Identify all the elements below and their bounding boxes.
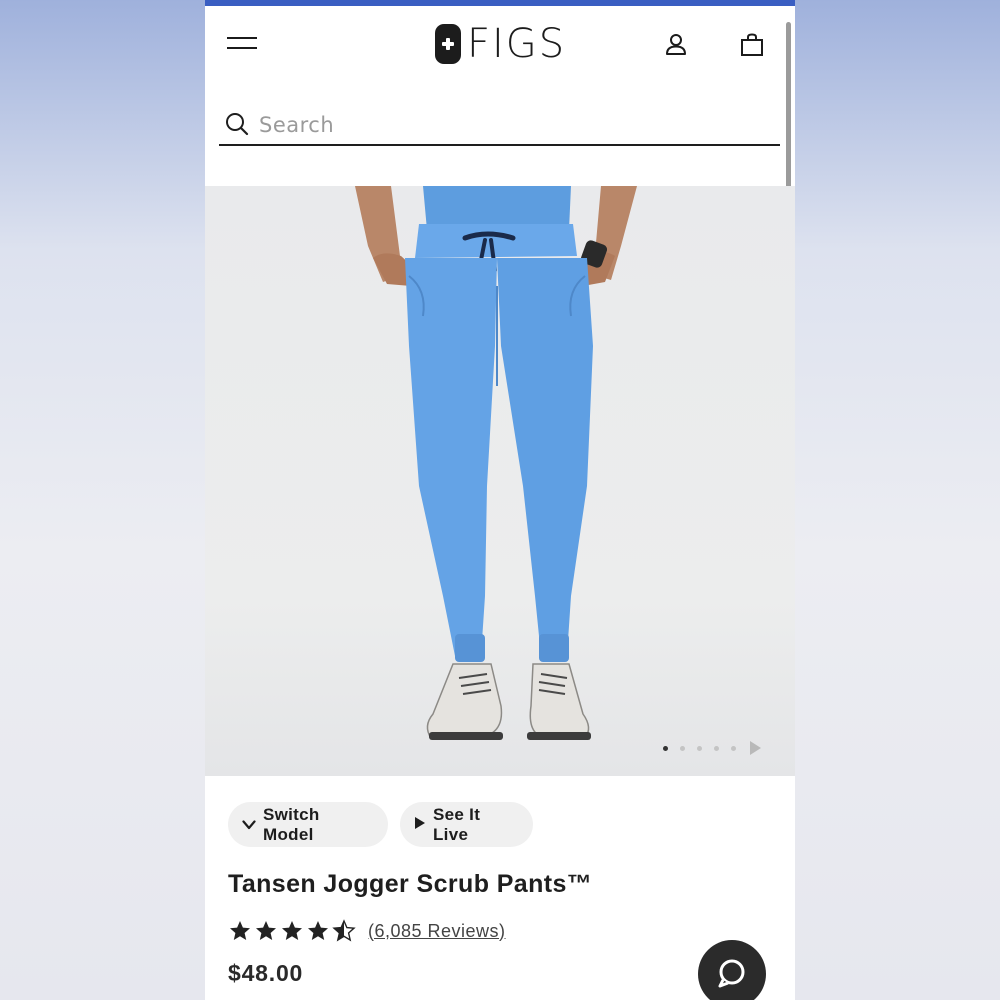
star-icon bbox=[256, 921, 276, 940]
carousel-dot-3[interactable] bbox=[697, 745, 702, 751]
product-title: Tansen Jogger Scrub Pants™ bbox=[228, 870, 593, 898]
product-price: $48.00 bbox=[228, 960, 304, 986]
see-it-live-button[interactable]: See It Live bbox=[400, 802, 533, 847]
cart-button[interactable] bbox=[739, 32, 765, 58]
chat-button[interactable] bbox=[698, 940, 766, 1000]
play-icon bbox=[414, 815, 426, 835]
user-icon bbox=[666, 34, 686, 55]
search-bar[interactable] bbox=[219, 100, 780, 146]
product-photo-illustration bbox=[355, 186, 637, 740]
video-play-icon[interactable] bbox=[750, 741, 761, 755]
see-it-live-label: See It Live bbox=[433, 804, 481, 844]
product-rating: (6,085 Reviews) bbox=[228, 916, 506, 946]
star-icon bbox=[230, 921, 250, 940]
chat-icon bbox=[718, 959, 745, 988]
background-right bbox=[795, 0, 1000, 1000]
menu-button[interactable] bbox=[227, 32, 259, 56]
search-input[interactable] bbox=[259, 108, 759, 142]
half-star-icon bbox=[332, 919, 356, 942]
switch-model-button[interactable]: Switch Model bbox=[228, 802, 388, 847]
carousel-dot-5[interactable] bbox=[731, 745, 736, 751]
reviews-link[interactable]: (6,085 Reviews) bbox=[368, 921, 506, 942]
product-image[interactable] bbox=[205, 186, 795, 776]
search-icon bbox=[226, 113, 249, 136]
background-left bbox=[0, 0, 205, 1000]
chevron-down-icon bbox=[242, 815, 256, 835]
carousel-dot-1[interactable] bbox=[663, 745, 668, 751]
account-button[interactable] bbox=[663, 32, 689, 58]
star-icon bbox=[308, 921, 328, 940]
switch-model-label: Switch Model bbox=[263, 804, 320, 844]
site-header: FIGS bbox=[205, 6, 795, 86]
bag-icon bbox=[741, 33, 763, 56]
star-icon bbox=[282, 921, 302, 940]
hamburger-icon bbox=[227, 37, 257, 39]
carousel-indicators bbox=[663, 741, 761, 755]
carousel-dot-4[interactable] bbox=[714, 745, 719, 751]
carousel-dot-2[interactable] bbox=[680, 745, 685, 751]
logo-text: FIGS bbox=[467, 21, 567, 67]
star-rating bbox=[228, 919, 358, 943]
logo-plus-mark bbox=[435, 24, 461, 64]
mobile-page: FIGS Search Switch Model See It Live Tan… bbox=[205, 0, 795, 1000]
logo[interactable]: FIGS bbox=[435, 22, 566, 66]
